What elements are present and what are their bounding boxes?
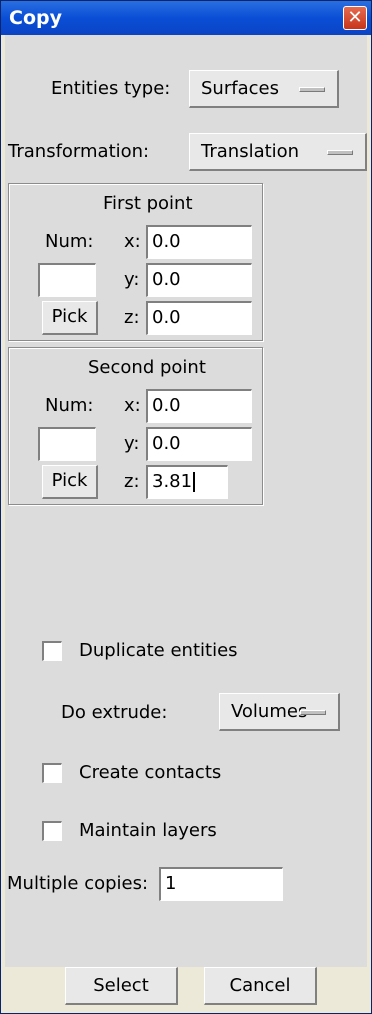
second-point-group: Second point Num: x: 0.0 y: 0.0 Pick z: … bbox=[8, 347, 263, 505]
entities-type-value: Surfaces bbox=[201, 78, 279, 99]
second-point-z-value: 3.81 bbox=[152, 471, 193, 492]
second-point-pick-button[interactable]: Pick bbox=[42, 465, 98, 499]
select-button[interactable]: Select bbox=[65, 967, 178, 1005]
first-point-pick-button[interactable]: Pick bbox=[42, 301, 98, 335]
copy-dialog: Copy ✕ Entities type: Surfaces Transform… bbox=[0, 0, 372, 1014]
second-point-y-label: y: bbox=[124, 433, 140, 454]
do-extrude-value: Volumes bbox=[231, 701, 308, 722]
first-point-y-input[interactable]: 0.0 bbox=[146, 263, 252, 297]
maintain-layers-checkbox[interactable] bbox=[42, 821, 62, 841]
text-caret bbox=[193, 472, 196, 492]
do-extrude-menu[interactable]: Volumes bbox=[219, 693, 340, 731]
dialog-body: Entities type: Surfaces Transformation: … bbox=[5, 35, 367, 967]
menu-indicator-icon bbox=[327, 150, 353, 155]
second-point-title: Second point bbox=[88, 357, 206, 378]
transformation-value: Translation bbox=[201, 141, 300, 162]
menu-indicator-icon bbox=[300, 710, 326, 715]
multiple-copies-input[interactable]: 1 bbox=[159, 867, 283, 901]
create-contacts-checkbox[interactable] bbox=[42, 763, 62, 783]
close-icon[interactable]: ✕ bbox=[343, 6, 367, 30]
first-point-group: First point Num: x: 0.0 y: 0.0 Pick z: 0… bbox=[8, 183, 263, 341]
first-point-title: First point bbox=[103, 193, 193, 214]
entities-type-menu[interactable]: Surfaces bbox=[189, 70, 339, 108]
first-point-z-label: z: bbox=[124, 307, 140, 328]
first-point-x-input[interactable]: 0.0 bbox=[146, 225, 252, 259]
dialog-footer: Select Cancel bbox=[5, 967, 367, 1013]
title-bar[interactable]: Copy ✕ bbox=[1, 1, 371, 35]
do-extrude-label: Do extrude: bbox=[61, 702, 168, 723]
second-point-num-label: Num: bbox=[45, 395, 94, 416]
transformation-label: Transformation: bbox=[8, 141, 150, 162]
first-point-z-input[interactable]: 0.0 bbox=[146, 301, 252, 335]
first-point-num-input[interactable] bbox=[38, 263, 96, 297]
first-point-num-label: Num: bbox=[45, 231, 94, 252]
second-point-x-input[interactable]: 0.0 bbox=[146, 389, 252, 423]
second-point-z-input[interactable]: 3.81 bbox=[146, 465, 228, 499]
second-point-y-input[interactable]: 0.0 bbox=[146, 427, 252, 461]
duplicate-entities-label: Duplicate entities bbox=[79, 640, 238, 661]
first-point-y-label: y: bbox=[124, 269, 140, 290]
entities-type-label: Entities type: bbox=[51, 78, 171, 99]
second-point-x-label: x: bbox=[124, 395, 141, 416]
transformation-menu[interactable]: Translation bbox=[189, 133, 367, 171]
second-point-num-input[interactable] bbox=[38, 427, 96, 461]
second-point-z-label: z: bbox=[124, 471, 140, 492]
first-point-x-label: x: bbox=[124, 231, 141, 252]
multiple-copies-label: Multiple copies: bbox=[7, 873, 149, 894]
create-contacts-label: Create contacts bbox=[79, 762, 222, 783]
cancel-button[interactable]: Cancel bbox=[204, 967, 317, 1005]
window-title: Copy bbox=[9, 7, 62, 29]
duplicate-entities-checkbox[interactable] bbox=[42, 641, 62, 661]
menu-indicator-icon bbox=[299, 87, 325, 92]
maintain-layers-label: Maintain layers bbox=[79, 820, 217, 841]
